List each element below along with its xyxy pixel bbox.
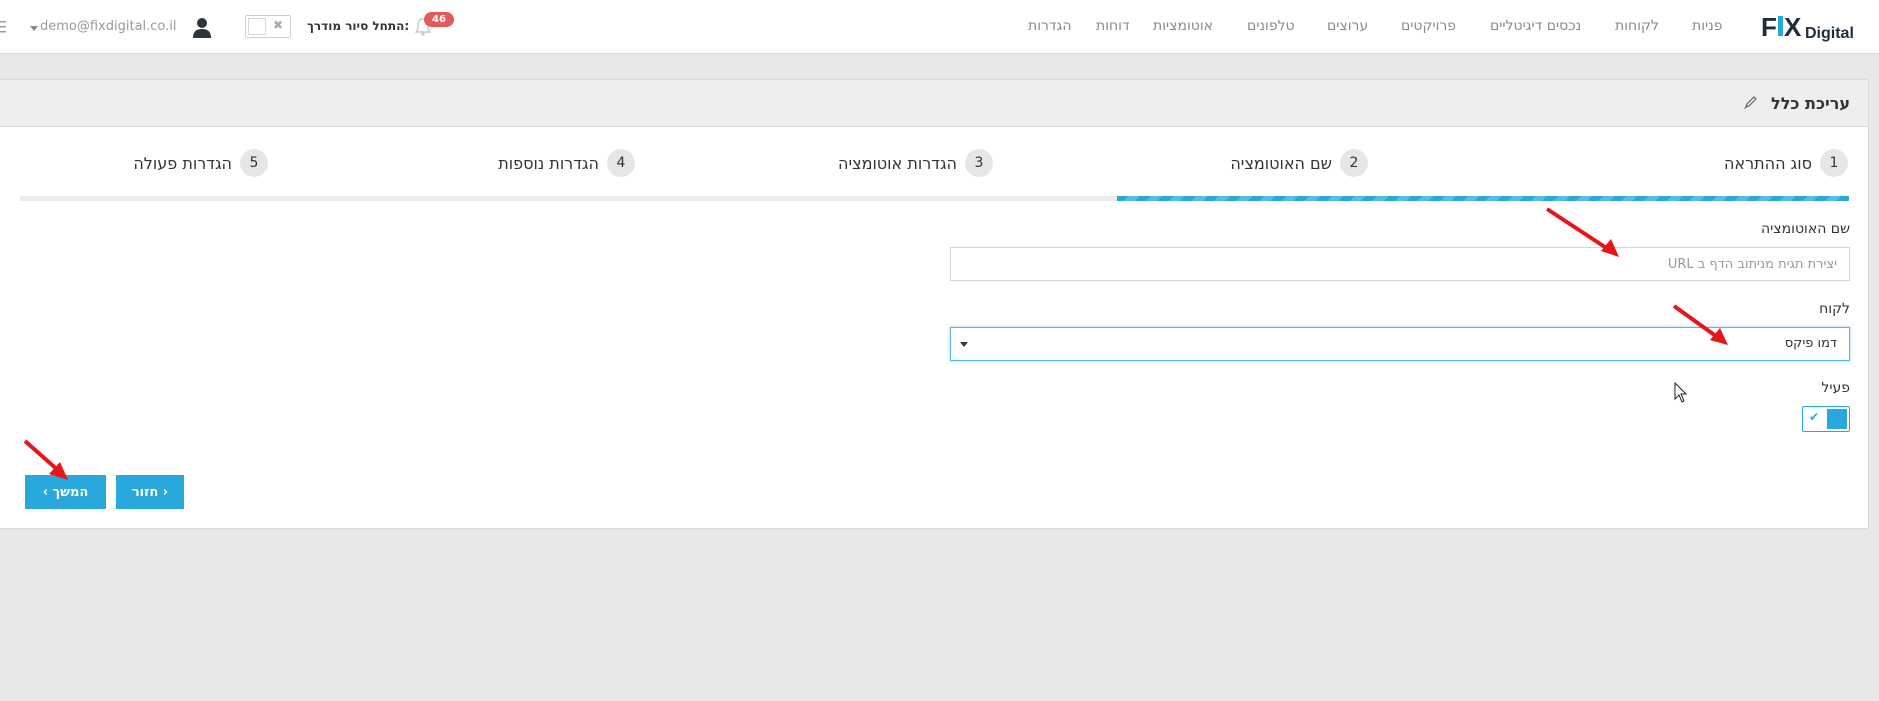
notification-badge[interactable]: 46 — [424, 12, 454, 27]
client-label: לקוח — [1819, 301, 1850, 317]
step-number: 2 — [1340, 149, 1368, 177]
panel-header: עריכת כלל — [0, 80, 1868, 127]
client-select-value: דמו פיקס — [1784, 336, 1837, 351]
edit-rule-panel: עריכת כלל 1 סוג ההתראה 2 שם האוטומציה 3 … — [0, 79, 1869, 529]
step-label: הגדרות נוספות — [498, 153, 599, 173]
wizard-step-2[interactable]: 2 שם האוטומציה — [1230, 148, 1368, 178]
step-label: סוג ההתראה — [1723, 153, 1812, 173]
step-label: הגדרות אוטומציה — [838, 153, 957, 173]
menu-icon[interactable] — [0, 20, 6, 34]
annotation-arrow-client — [1672, 304, 1728, 345]
chevron-down-icon — [960, 342, 968, 347]
nav-projects[interactable]: פרויקטים — [1401, 18, 1456, 34]
back-button[interactable]: ‹ חזור — [116, 475, 184, 509]
svg-text:X: X — [1784, 12, 1802, 42]
toggle-knob — [1827, 409, 1847, 429]
user-icon[interactable] — [192, 17, 212, 39]
step-number: 4 — [607, 149, 635, 177]
toggle-knob — [248, 18, 266, 35]
wizard-step-1[interactable]: 1 סוג ההתראה — [1724, 148, 1848, 178]
logo-text: Digital — [1805, 25, 1854, 42]
step-label: הגדרות פעולה — [133, 153, 232, 173]
tour-toggle[interactable]: ✖ — [245, 15, 291, 38]
check-icon: ✔ — [1809, 410, 1820, 424]
annotation-arrow-next — [23, 439, 68, 480]
wizard-step-3[interactable]: 3 הגדרות אוטומציה — [838, 148, 993, 178]
step-number: 1 — [1820, 149, 1848, 177]
wizard-progress-track — [20, 196, 1849, 201]
nav-channels[interactable]: ערוצים — [1327, 18, 1368, 34]
nav-automations[interactable]: אוטומציות — [1153, 18, 1213, 34]
nav-inquiries[interactable]: פניות — [1692, 18, 1723, 34]
chevron-down-icon[interactable] — [30, 26, 38, 31]
mouse-cursor-icon — [1674, 382, 1688, 403]
nav-clients[interactable]: לקוחות — [1615, 18, 1659, 34]
wizard-step-4[interactable]: 4 הגדרות נוספות — [498, 148, 635, 178]
step-label: שם האוטומציה — [1230, 153, 1332, 173]
wizard-progress-fill — [1117, 196, 1849, 201]
tour-label: התחל סיור מודרך: — [307, 19, 410, 33]
wizard-step-5[interactable]: 5 הגדרות פעולה — [133, 148, 268, 178]
nav-phones[interactable]: טלפונים — [1247, 18, 1295, 34]
automation-name-label: שם האוטומציה — [1761, 221, 1850, 237]
pencil-icon — [1744, 96, 1757, 109]
nav-reports[interactable]: דוחות — [1096, 18, 1130, 34]
logo[interactable]: F X Digital — [1759, 10, 1879, 44]
user-email[interactable]: demo@fixdigital.co.il — [40, 19, 177, 34]
close-icon: ✖ — [272, 18, 283, 32]
top-navbar: F X Digital פניות לקוחות נכסים דיגיטליים… — [0, 0, 1879, 54]
page-title: עריכת כלל — [1771, 94, 1850, 113]
automation-name-input[interactable] — [950, 247, 1850, 281]
nav-settings[interactable]: הגדרות — [1028, 18, 1071, 34]
svg-text:F: F — [1761, 12, 1777, 42]
step-number: 3 — [965, 149, 993, 177]
annotation-arrow-name — [1545, 207, 1619, 257]
step-number: 5 — [240, 149, 268, 177]
active-label: פעיל — [1821, 380, 1850, 396]
nav-digital-assets[interactable]: נכסים דיגיטליים — [1490, 18, 1581, 34]
active-toggle[interactable]: ✔ — [1802, 406, 1850, 432]
